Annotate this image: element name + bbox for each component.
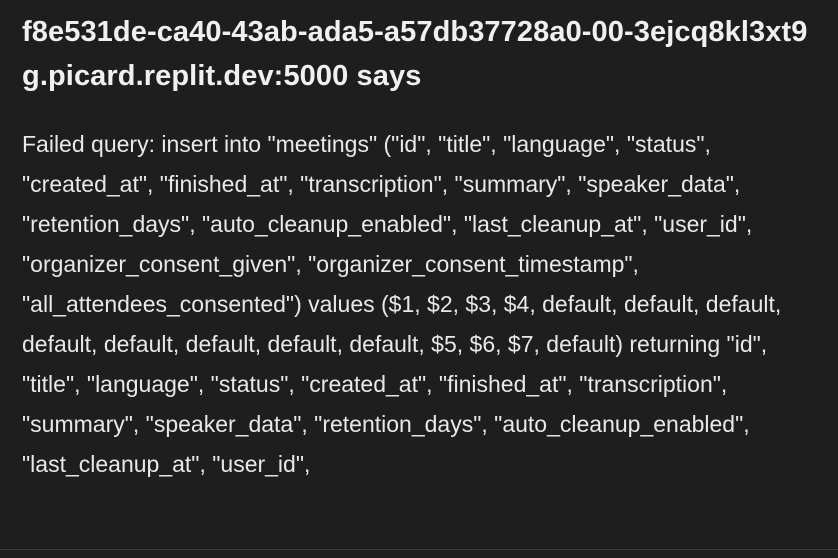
- dialog-message: Failed query: insert into "meetings" ("i…: [22, 131, 782, 477]
- alert-dialog: f8e531de-ca40-43ab-ada5-a57db37728a0-00-…: [0, 0, 838, 558]
- dialog-divider: [0, 549, 838, 558]
- dialog-title: f8e531de-ca40-43ab-ada5-a57db37728a0-00-…: [22, 16, 808, 92]
